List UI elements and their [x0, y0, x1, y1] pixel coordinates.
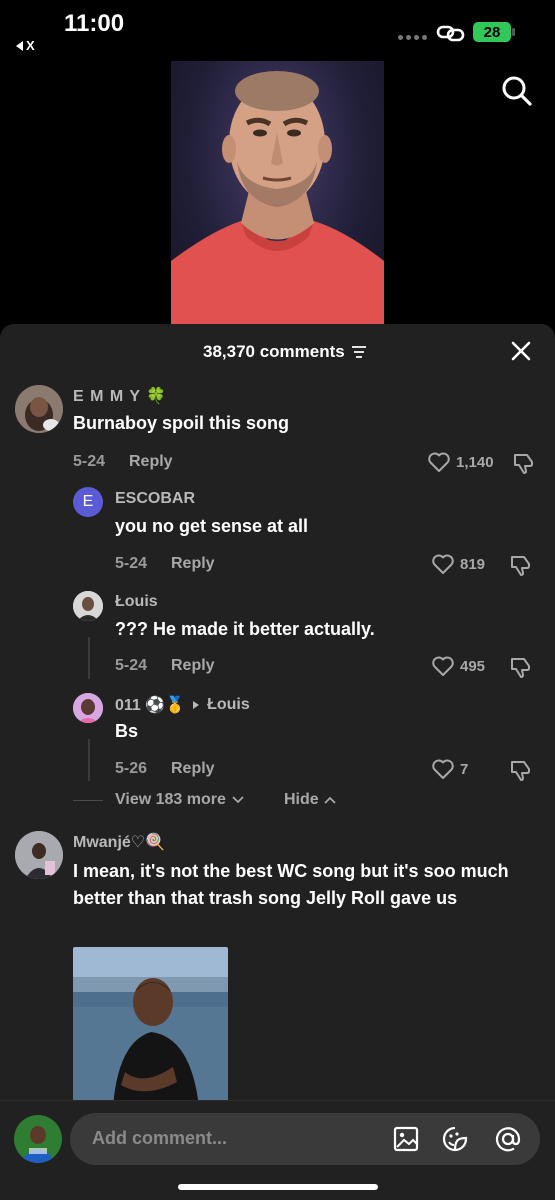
avatar[interactable] — [15, 831, 63, 879]
home-indicator — [178, 1184, 378, 1190]
view-more-replies-button[interactable]: View 183 more — [115, 791, 244, 809]
heart-icon — [432, 554, 454, 574]
back-app-label: X — [26, 38, 35, 53]
like-count: 495 — [460, 657, 486, 675]
heart-icon — [428, 452, 450, 472]
like-button[interactable]: 495 — [431, 655, 485, 677]
thread-line — [88, 637, 90, 679]
add-comment-input[interactable]: Add comment... — [70, 1113, 540, 1165]
mention-button[interactable] — [494, 1125, 522, 1158]
thread-line — [88, 739, 90, 781]
like-button[interactable]: 1,140 — [427, 451, 494, 473]
comment-photo[interactable] — [73, 947, 228, 1107]
commenter-name[interactable]: E M M Y 🍀 — [73, 386, 167, 406]
thumbs-down-icon — [511, 658, 530, 678]
comment-date: 5-24 — [73, 453, 106, 470]
view-more-label: View 183 more — [115, 791, 226, 808]
sticker-icon — [442, 1126, 468, 1152]
reply-button[interactable]: Reply — [171, 760, 215, 778]
commenter-name[interactable]: 011 ⚽🥇 — [115, 695, 185, 715]
dislike-button[interactable] — [509, 553, 533, 582]
thread-divider — [73, 800, 103, 801]
hide-label: Hide — [284, 791, 319, 808]
comment-text: you no get sense at all — [115, 516, 309, 536]
sort-icon — [351, 346, 366, 358]
hide-replies-button[interactable]: Hide — [284, 791, 336, 809]
commenter-name[interactable]: Mwanjé♡🍭 — [73, 832, 165, 852]
avatar[interactable] — [15, 385, 63, 433]
thumbs-down-icon — [511, 556, 530, 576]
avatar[interactable] — [73, 591, 103, 621]
dislike-button[interactable] — [512, 451, 536, 480]
comment-count-sort-button[interactable]: 38,370 comments — [203, 342, 367, 362]
back-arrow-icon — [16, 40, 23, 51]
heart-icon — [432, 656, 454, 676]
battery-level: 28 — [483, 23, 501, 41]
heart-icon — [432, 759, 454, 779]
thumbs-down-icon — [514, 454, 533, 474]
comment-input-bar: Add comment... — [0, 1100, 555, 1200]
comments-header: 38,370 comments — [0, 324, 555, 376]
comment-date: 5-24 — [115, 555, 148, 572]
chevron-up-icon — [324, 796, 336, 804]
close-icon — [511, 341, 531, 361]
battery-indicator: 28 — [473, 22, 511, 42]
dislike-button[interactable] — [509, 758, 533, 787]
like-count: 819 — [460, 555, 486, 573]
comment-text: ??? He made it better actually. — [115, 619, 375, 639]
like-button[interactable]: 7 — [431, 758, 468, 780]
commenter-name[interactable]: Łouis — [115, 593, 158, 611]
reply-to-name[interactable]: Łouis — [207, 696, 250, 714]
comment-date: 5-24 — [115, 657, 148, 674]
link-icon — [436, 22, 466, 49]
back-to-app-button[interactable]: X — [16, 38, 35, 53]
reply-to-arrow-icon — [193, 701, 200, 709]
reply-button[interactable]: Reply — [171, 555, 215, 573]
comments-sheet: 38,370 comments E M M Y 🍀 Burnaboy spoil… — [0, 324, 555, 1200]
comment-date: 5-26 — [115, 760, 148, 777]
thumbs-down-icon — [511, 761, 530, 781]
comment-text: Bs — [115, 721, 139, 741]
like-button[interactable]: 819 — [431, 553, 485, 575]
at-sign-icon — [495, 1127, 521, 1152]
comment-count-label: 38,370 comments — [203, 342, 345, 361]
search-icon — [502, 76, 532, 106]
comment-text: Burnaboy spoil this song — [73, 413, 290, 433]
avatar[interactable] — [73, 693, 103, 723]
like-count: 1,140 — [456, 453, 494, 471]
reply-button[interactable]: Reply — [171, 657, 215, 675]
chevron-down-icon — [232, 796, 244, 804]
close-comments-button[interactable] — [510, 340, 532, 367]
video-thumbnail[interactable] — [171, 61, 384, 327]
search-button[interactable] — [500, 74, 534, 113]
status-time: 11:00 — [64, 10, 125, 37]
my-avatar[interactable] — [14, 1115, 62, 1163]
sticker-button[interactable] — [441, 1125, 469, 1158]
like-count: 7 — [460, 760, 469, 778]
avatar-letter: E — [82, 493, 94, 510]
commenter-name[interactable]: ESCOBAR — [115, 490, 195, 508]
dislike-button[interactable] — [509, 655, 533, 684]
signal-icon — [398, 35, 427, 40]
reply-button[interactable]: Reply — [129, 453, 173, 471]
comment-text: I mean, it's not the best WC song but it… — [73, 861, 509, 908]
app-root: 11:00 X 28 38,370 comments E M M Y 🍀 Bur… — [0, 0, 555, 1200]
image-icon — [393, 1126, 419, 1152]
image-button[interactable] — [392, 1125, 420, 1158]
battery-tip — [512, 28, 515, 36]
avatar[interactable]: E — [73, 487, 103, 517]
commenter-name-row: 011 ⚽🥇 Łouis — [115, 695, 250, 715]
add-comment-placeholder: Add comment... — [92, 1128, 228, 1148]
